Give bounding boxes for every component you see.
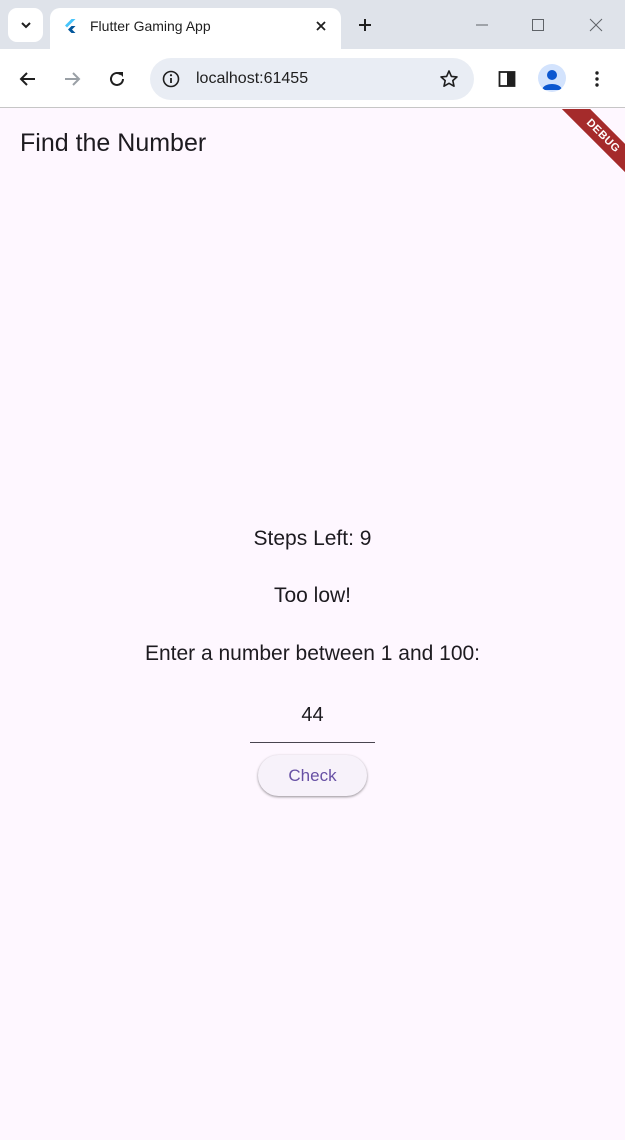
- info-icon: [162, 70, 180, 88]
- star-icon: [440, 70, 458, 87]
- tab-search-button[interactable]: [8, 8, 43, 42]
- back-button[interactable]: [13, 64, 43, 94]
- maximize-window-button[interactable]: [523, 10, 553, 40]
- profile-icon: [542, 70, 562, 90]
- profile-button[interactable]: [538, 64, 566, 92]
- minimize-icon: [476, 24, 488, 26]
- url-text[interactable]: localhost:61455: [196, 69, 308, 89]
- back-arrow-icon: [19, 72, 35, 86]
- number-input-value[interactable]: 44: [250, 698, 375, 731]
- number-input[interactable]: 44: [250, 698, 375, 743]
- close-icon: [316, 21, 326, 31]
- app-bar-title: Find the Number: [20, 129, 207, 157]
- check-button[interactable]: Check: [258, 755, 367, 796]
- new-tab-button[interactable]: [352, 12, 378, 38]
- tab-close-button[interactable]: [311, 16, 331, 36]
- address-bar[interactable]: localhost:61455: [150, 58, 474, 100]
- more-vert-icon: [595, 71, 599, 87]
- check-button-label: Check: [288, 765, 337, 785]
- debug-banner-label: DEBUG: [557, 109, 625, 181]
- forward-arrow-icon: [65, 72, 81, 86]
- flutter-logo-icon: [65, 19, 76, 33]
- minimize-window-button[interactable]: [467, 10, 497, 40]
- browser-tab-strip: Flutter Gaming App: [0, 0, 625, 49]
- chevron-down-icon: [20, 22, 31, 29]
- close-icon: [589, 18, 603, 32]
- browser-toolbar: localhost:61455: [0, 49, 625, 108]
- reload-button[interactable]: [102, 64, 132, 94]
- site-info-button[interactable]: [160, 68, 182, 90]
- reload-icon: [110, 71, 124, 86]
- side-panel-icon: [498, 71, 516, 87]
- bookmark-button[interactable]: [438, 68, 460, 90]
- browser-tab[interactable]: Flutter Gaming App: [50, 8, 341, 49]
- feedback-text: Too low!: [273, 584, 352, 607]
- forward-button[interactable]: [57, 64, 87, 94]
- maximize-icon: [532, 19, 544, 31]
- prompt-text: Enter a number between 1 and 100:: [144, 642, 481, 665]
- plus-icon: [359, 19, 371, 31]
- browser-menu-button[interactable]: [582, 64, 612, 94]
- close-window-button[interactable]: [581, 10, 611, 40]
- steps-left-text: Steps Left: 9: [253, 527, 372, 550]
- tab-title: Flutter Gaming App: [90, 18, 211, 34]
- debug-banner: DEBUG: [553, 109, 625, 181]
- side-panel-button[interactable]: [492, 64, 522, 94]
